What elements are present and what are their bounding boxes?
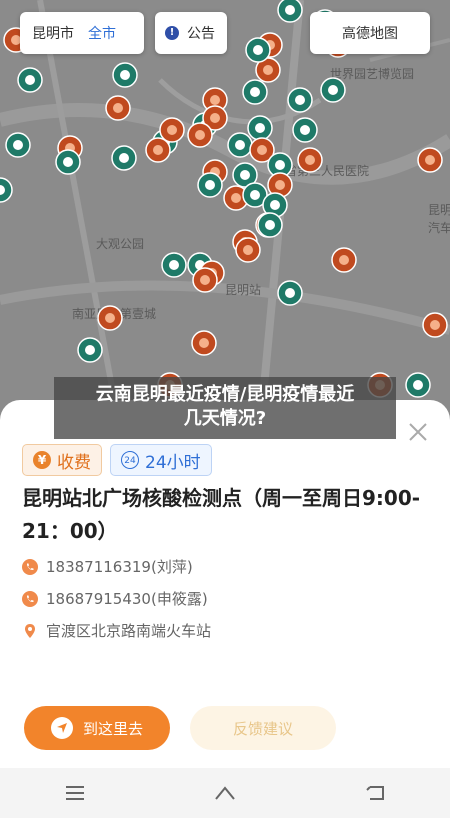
brand-label: 高德地图 [342, 26, 398, 42]
free-site-marker[interactable] [242, 79, 268, 105]
fee-site-marker[interactable] [191, 330, 217, 356]
address-row: 官渡区北京路南端火车站 [22, 620, 211, 641]
notice-label: 公告 [187, 26, 215, 42]
free-site-marker[interactable] [320, 77, 346, 103]
close-icon[interactable] [406, 420, 430, 444]
fee-site-marker[interactable] [187, 122, 213, 148]
fee-site-marker[interactable] [145, 137, 171, 163]
hours-tag: 24 24小时 [110, 444, 212, 476]
phone-row[interactable]: 18387116319(刘萍) [22, 556, 193, 577]
fee-site-marker[interactable] [422, 312, 448, 338]
navigation-arrow-icon [50, 717, 73, 739]
location-pin-icon [25, 623, 35, 638]
fee-site-marker[interactable] [192, 267, 218, 293]
scope-dropdown[interactable]: 全市 [88, 23, 116, 43]
fee-site-marker[interactable] [235, 237, 261, 263]
system-nav-bar [0, 768, 450, 818]
info-icon: ! [165, 26, 179, 40]
feedback-button[interactable]: 反馈建议 [190, 706, 336, 750]
fee-site-marker[interactable] [297, 147, 323, 173]
map-label: 昆明站 [225, 283, 261, 297]
map-label: 大观公园 [96, 237, 144, 251]
map-label: 昆明 [428, 203, 450, 217]
map-label: 汽车 [428, 220, 450, 235]
phone-text[interactable]: 18687915430(申筱露) [46, 588, 208, 609]
free-site-marker[interactable] [112, 62, 138, 88]
city-selector[interactable]: 昆明市 全市 [20, 12, 144, 54]
free-site-marker[interactable] [277, 280, 303, 306]
phone-text[interactable]: 18387116319(刘萍) [46, 556, 193, 577]
hours-label: 24小时 [145, 452, 201, 473]
phone-icon [22, 590, 38, 607]
map-label: 世界园艺博览园 [330, 66, 414, 81]
map-label: 省第三人民医院 [285, 164, 369, 178]
notice-button[interactable]: ! 公告 [155, 12, 227, 54]
free-site-marker[interactable] [292, 117, 318, 143]
back-icon[interactable] [355, 778, 395, 808]
phone-icon [22, 558, 38, 575]
title-line-1: 云南昆明最近疫情/昆明疫情最近 [95, 384, 355, 405]
fee-site-marker[interactable] [331, 247, 357, 273]
feedback-label: 反馈建议 [232, 719, 293, 738]
map-view[interactable]: 世界园艺博览园 省第三人民医院 大观公园 昆明站 南亚风情第壹城 昆明 汽车 [0, 0, 450, 430]
fee-site-marker[interactable] [159, 117, 185, 143]
yen-icon: ¥ [33, 451, 51, 469]
fee-label: 收费 [57, 452, 91, 473]
fee-site-marker[interactable] [97, 305, 123, 331]
free-site-marker[interactable] [257, 212, 283, 238]
map-canvas[interactable]: 世界园艺博览园 省第三人民医院 大观公园 昆明站 南亚风情第壹城 昆明 汽车 [0, 0, 450, 430]
free-site-marker[interactable] [17, 67, 43, 93]
article-title-overlay: 云南昆明最近疫情/昆明疫情最近 几天情况? [54, 377, 396, 439]
free-site-marker[interactable] [77, 337, 103, 363]
free-site-marker[interactable] [227, 132, 253, 158]
home-icon[interactable] [205, 778, 245, 808]
free-site-marker[interactable] [277, 0, 303, 23]
title-line-2: 几天情况? [183, 408, 267, 429]
fee-tag: ¥ 收费 [22, 444, 102, 476]
24h-icon: 24 [121, 451, 139, 469]
fee-site-marker[interactable] [417, 147, 443, 173]
menu-icon[interactable] [55, 778, 95, 808]
city-label: 昆明市 [32, 26, 74, 42]
free-site-marker[interactable] [247, 115, 273, 141]
free-site-marker[interactable] [111, 145, 137, 171]
phone-row[interactable]: 18687915430(申筱露) [22, 588, 208, 609]
detail-sheet: ¥ 收费 24 24小时 昆明站北广场核酸检测点（周一至周日9:00-21：00… [0, 400, 450, 818]
free-site-marker[interactable] [287, 87, 313, 113]
free-site-marker[interactable] [245, 37, 271, 63]
map-brand: 高德地图 [310, 12, 430, 54]
navigate-label: 到这里去 [82, 719, 143, 738]
free-site-marker[interactable] [161, 252, 187, 278]
free-site-marker[interactable] [5, 132, 31, 158]
free-site-marker[interactable] [197, 172, 223, 198]
address-text: 官渡区北京路南端火车站 [46, 622, 212, 640]
free-site-marker[interactable] [405, 372, 431, 398]
free-site-marker[interactable] [55, 149, 81, 175]
site-name: 昆明站北广场核酸检测点（周一至周日9:00-21：00） [22, 486, 421, 543]
fee-site-marker[interactable] [105, 95, 131, 121]
tag-list: ¥ 收费 24 24小时 [22, 444, 212, 476]
navigate-button[interactable]: 到这里去 [24, 706, 170, 750]
